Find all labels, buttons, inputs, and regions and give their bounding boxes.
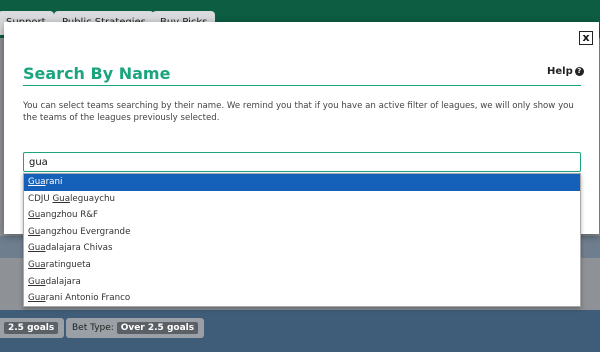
autocomplete-option[interactable]: Guadalajara Chivas <box>24 240 580 257</box>
option-text-suffix: ratingueta <box>45 259 91 270</box>
option-text-suffix: rani <box>45 177 63 187</box>
help-link[interactable]: Help? <box>547 66 584 77</box>
autocomplete-option[interactable]: Guangzhou Evergrande <box>24 224 580 241</box>
bet-type-label: Bet Type: <box>72 323 114 333</box>
autocomplete-option[interactable]: Guarani <box>24 174 580 191</box>
bet-type-tag: Over 2.5 goals <box>116 322 199 334</box>
option-match-highlight: Gua <box>28 276 46 287</box>
option-match-highlight: Gua <box>28 259 46 270</box>
modal-title: Search By Name <box>23 64 171 83</box>
autocomplete-option[interactable]: Guarani Antonio Franco <box>24 290 580 307</box>
question-circle-icon: ? <box>574 66 584 76</box>
option-text-suffix: angzhou Evergrande <box>40 226 131 237</box>
autocomplete-option[interactable]: Guadalajara <box>24 274 580 291</box>
option-match-highlight: Gua <box>52 193 71 204</box>
option-match-highlight: Gua <box>28 293 46 304</box>
team-search-input[interactable] <box>23 152 581 172</box>
autocomplete-option[interactable]: Guangzhou R&F <box>24 207 580 224</box>
option-text-suffix: leguaychu <box>70 193 116 204</box>
option-text-prefix: CDJU <box>28 193 53 204</box>
option-match-highlight: Gu <box>28 226 41 237</box>
help-label: Help <box>547 66 573 77</box>
option-match-highlight: Gua <box>28 177 46 187</box>
option-text-suffix: dalajara <box>45 276 81 287</box>
option-text-suffix: dalajara Chivas <box>45 243 113 254</box>
autocomplete-option[interactable]: CDJU Gualeguaychu <box>24 191 580 208</box>
option-text-suffix: angzhou R&F <box>40 210 99 221</box>
option-text-suffix: rani Antonio Franco <box>45 293 131 304</box>
goals-tag: 2.5 goals <box>4 322 59 334</box>
bet-type-pill[interactable]: Bet Type: Over 2.5 goals <box>66 318 205 338</box>
title-divider <box>23 85 581 86</box>
option-match-highlight: Gua <box>28 243 46 254</box>
autocomplete-dropdown: Guarani CDJU Gualeguaychu Guangzhou R&F Gua… <box>23 173 581 307</box>
close-button[interactable]: x <box>579 31 593 45</box>
option-match-highlight: Gu <box>28 210 41 221</box>
goals-filter-pill[interactable]: 2.5 goals <box>0 318 65 338</box>
autocomplete-option[interactable]: Guaratingueta <box>24 257 580 274</box>
modal-description: You can select teams searching by their … <box>23 101 574 123</box>
